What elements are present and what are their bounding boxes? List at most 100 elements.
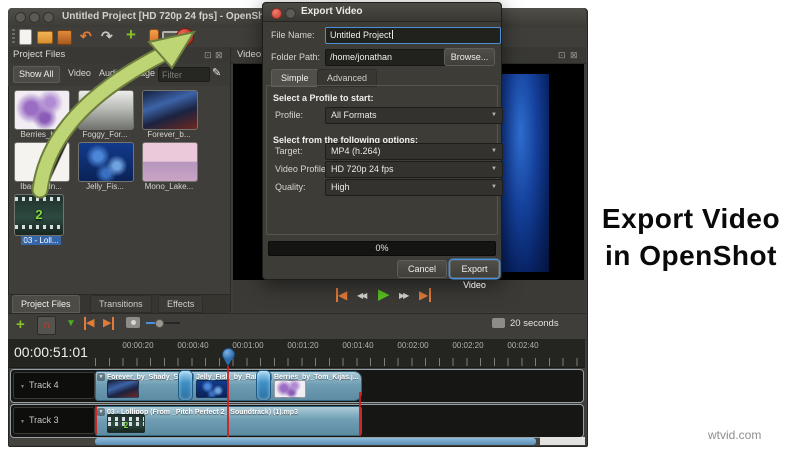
thumbnail-berries[interactable] (14, 90, 70, 130)
tab-project-files[interactable]: Project Files (12, 295, 80, 313)
annotation-headline: Export Video in OpenShot (588, 200, 794, 274)
fast-forward-icon[interactable]: ▶▶ (399, 291, 409, 301)
dialog-title: Export Video (301, 6, 363, 17)
ruler-tick-label: 00:00:40 (177, 341, 209, 350)
thumbnail-mono-lake[interactable] (142, 142, 198, 182)
ruler-tick-label: 00:01:40 (342, 341, 374, 350)
new-project-icon[interactable] (19, 29, 32, 45)
save-project-icon[interactable] (57, 30, 72, 45)
add-marker-icon[interactable]: ▼ (66, 318, 76, 329)
clear-filter-brush-icon[interactable]: ✎ (212, 66, 221, 79)
export-video-record-icon[interactable] (176, 28, 194, 46)
project-files-panel-header: Project Files ⊡ ⊠ (8, 47, 230, 64)
thumbnail-label: Berries_b... (20, 130, 62, 139)
jump-end-icon[interactable]: ▶ (419, 288, 432, 302)
export-video-button[interactable]: Export Video (450, 260, 499, 290)
zoom-scale-label: 20 seconds (510, 318, 559, 329)
ruler-tick-label: 00:01:20 (287, 341, 319, 350)
center-playhead-icon[interactable] (126, 317, 140, 328)
dialog-titlebar[interactable]: Export Video (263, 3, 501, 22)
clip-menu-chevron-icon[interactable]: ▼ (97, 373, 105, 381)
ruler-tick-label: 00:02:20 (452, 341, 484, 350)
clip-forever[interactable]: Forever_by_Shady_S. ▼ (95, 371, 186, 401)
snapping-magnet-icon[interactable]: ∩ (37, 316, 56, 335)
undo-icon[interactable]: ↶ (80, 29, 92, 43)
clip-thumbnail (196, 380, 228, 398)
choose-profile-icon[interactable] (149, 29, 159, 46)
clip-thumbnail-filmstrip: 2 (107, 414, 145, 433)
thumbnail-lollipop-audio[interactable]: 2 (14, 194, 64, 236)
redo-icon[interactable]: ↷ (101, 29, 113, 43)
thumbnail-forever[interactable] (142, 90, 198, 130)
profile-label: Profile: (275, 110, 304, 120)
import-files-icon[interactable]: + (126, 26, 136, 43)
panel-close-icon[interactable]: ⊠ (215, 47, 223, 63)
ruler-tick-marks (95, 358, 584, 366)
clip-berries[interactable]: Berries_by_Tom_Kijas.j... ▼ (262, 371, 362, 401)
tab-effects[interactable]: Effects (158, 295, 204, 313)
video-profile-dropdown[interactable]: HD 720p 24 fps ▼ (325, 161, 503, 178)
clip-trim-marker-left (95, 406, 97, 434)
track-3-header[interactable]: ▼ Track 3 (13, 407, 95, 434)
jump-start-icon[interactable]: ◀ (336, 288, 347, 302)
browse-button[interactable]: Browse... (444, 48, 495, 66)
thumbnail-label: Jelly_Fis... (86, 182, 124, 191)
clip-thumbnail (274, 380, 306, 398)
track-4-header[interactable]: ▼ Track 4 (13, 372, 95, 399)
transition-marker[interactable] (256, 370, 271, 401)
ruler-tick-label: 00:00:20 (122, 341, 154, 350)
dialog-minimize-icon[interactable] (285, 8, 296, 19)
transition-marker[interactable] (178, 370, 193, 401)
dropdown-arrow-icon: ▼ (491, 184, 497, 190)
folder-path-label: Folder Path: (271, 52, 321, 62)
open-project-icon[interactable] (37, 31, 53, 44)
thumbnail-label: Mono_Lake... (144, 182, 194, 191)
filter-video-button[interactable]: Video (63, 66, 96, 81)
zoom-slider-knob[interactable] (155, 319, 164, 328)
cancel-button[interactable]: Cancel (397, 260, 447, 278)
quality-label: Quality: (275, 182, 306, 192)
target-dropdown[interactable]: MP4 (h.264) ▼ (325, 143, 503, 160)
add-track-icon[interactable]: + (16, 316, 25, 333)
timeline-hscroll-thumb[interactable] (95, 438, 536, 445)
next-marker-icon[interactable]: ▶ (103, 317, 115, 330)
playhead-line[interactable] (227, 366, 229, 437)
previous-marker-icon[interactable]: ◀ (84, 317, 94, 330)
profile-section-label: Select a Profile to start: (273, 93, 374, 103)
ruler-tick-label: 00:02:40 (507, 341, 539, 350)
play-icon[interactable]: ▶ (378, 286, 390, 303)
export-progress-bar: 0% (268, 241, 496, 256)
panel-undock-icon[interactable]: ⊡ (558, 47, 566, 63)
preview-video-frame-jellyfish (497, 74, 549, 272)
window-close-icon[interactable] (15, 12, 26, 23)
filter-show-all-button[interactable]: Show All (13, 66, 60, 83)
clip-jellyfish[interactable]: Jelly_Fish_by_RaDu_G ▼ (184, 371, 264, 401)
thumbnail-ibanez[interactable] (14, 142, 70, 182)
profile-dropdown[interactable]: All Formats ▼ (325, 107, 503, 124)
panel-undock-icon[interactable]: ⊡ (204, 47, 212, 63)
zoom-scale-icon (492, 318, 505, 328)
dialog-close-icon[interactable] (271, 8, 282, 19)
track-name: Track 4 (28, 380, 59, 390)
file-name-input[interactable]: Untitled Project (325, 27, 501, 44)
window-minimize-icon[interactable] (29, 12, 40, 23)
thumbnail-foggy-forest[interactable] (78, 90, 134, 130)
window-maximize-icon[interactable] (43, 12, 54, 23)
filter-image-button[interactable]: Image (125, 66, 160, 81)
track-row-4: ▼ Track 4 Forever_by_Shady_S. ▼ Jelly_Fis… (10, 369, 584, 403)
clip-menu-chevron-icon[interactable]: ▼ (97, 408, 105, 416)
video-profile-label: Video Profile: (275, 164, 329, 174)
folder-path-input[interactable]: /home/jonathan (325, 49, 447, 66)
filter-input[interactable] (158, 67, 210, 82)
thumbnail-jellyfish[interactable] (78, 142, 134, 182)
tab-transitions[interactable]: Transitions (90, 295, 152, 313)
timeline-zoom-slider[interactable] (146, 319, 180, 328)
panel-close-icon[interactable]: ⊠ (570, 47, 578, 63)
quality-dropdown[interactable]: High ▼ (325, 179, 503, 196)
file-name-label: File Name: (271, 30, 315, 40)
filter-audio-button[interactable]: Audio (94, 66, 127, 81)
playback-bar (233, 280, 586, 312)
rewind-icon[interactable]: ◀◀ (357, 291, 367, 301)
panel-divider (230, 47, 231, 312)
scrollbar-corner (540, 437, 585, 445)
